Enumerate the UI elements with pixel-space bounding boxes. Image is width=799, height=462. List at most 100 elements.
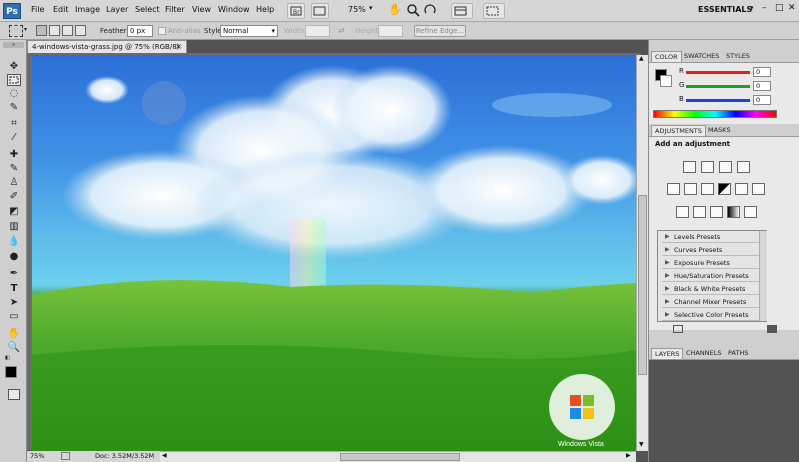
levels-icon[interactable] — [701, 161, 714, 173]
list-item[interactable]: Channel Mixer Presets — [662, 296, 762, 308]
path-selection-tool-icon[interactable]: ➤ — [7, 297, 21, 309]
anti-alias-checkbox[interactable] — [158, 27, 166, 35]
maximize-button[interactable]: □ — [775, 3, 784, 13]
blue-slider[interactable] — [686, 99, 750, 102]
color-spectrum-bar[interactable] — [653, 110, 777, 118]
exposure-icon[interactable] — [737, 161, 750, 173]
tab-styles[interactable]: STYLES — [723, 51, 753, 62]
launch-bridge-button[interactable]: Br — [287, 3, 305, 19]
view-extras-button[interactable] — [311, 3, 329, 19]
clone-stamp-tool-icon[interactable]: ♙ — [7, 177, 21, 189]
horizontal-scroll-thumb[interactable] — [340, 453, 460, 461]
marquee-tool-icon[interactable] — [7, 74, 21, 86]
tab-swatches[interactable]: SWATCHES — [681, 51, 722, 62]
blue-value-input[interactable]: 0 — [753, 95, 771, 105]
presets-scrollbar[interactable] — [759, 231, 767, 321]
menu-select[interactable]: Select — [135, 5, 160, 14]
menu-layer[interactable]: Layer — [106, 5, 128, 14]
scroll-right-icon[interactable]: ▶ — [626, 452, 631, 459]
vertical-scrollbar[interactable]: ▲ ▼ — [636, 55, 648, 451]
delete-adjustment-icon[interactable] — [767, 325, 777, 333]
hand-tool-icon[interactable]: ✋ — [388, 3, 402, 17]
swap-icon[interactable]: ⇄ — [338, 26, 345, 35]
healing-brush-tool-icon[interactable]: ✚ — [7, 149, 21, 161]
scroll-down-icon[interactable]: ▼ — [639, 441, 644, 448]
width-input[interactable] — [305, 25, 330, 37]
menu-filter[interactable]: Filter — [165, 5, 185, 14]
quick-selection-tool-icon[interactable]: ✎ — [7, 102, 21, 114]
arrange-documents-button[interactable] — [451, 3, 473, 19]
list-item[interactable]: Selective Color Presets — [662, 309, 762, 321]
hand-tool-icon[interactable]: ✋ — [7, 328, 21, 340]
marquee-preset-icon[interactable] — [9, 25, 23, 37]
menu-window[interactable]: Window — [218, 5, 250, 14]
blur-tool-icon[interactable]: 💧 — [7, 236, 21, 248]
tab-channels[interactable]: CHANNELS — [683, 348, 724, 359]
workspace-switcher[interactable]: ESSENTIALS — [698, 5, 752, 14]
selective-color-icon[interactable] — [744, 206, 757, 218]
tab-paths[interactable]: PATHS — [725, 348, 751, 359]
brightness-contrast-icon[interactable] — [683, 161, 696, 173]
eraser-tool-icon[interactable]: ◩ — [7, 206, 21, 218]
list-item[interactable]: Black & White Presets — [662, 283, 762, 295]
color-balance-icon[interactable] — [701, 183, 714, 195]
menu-help[interactable]: Help — [256, 5, 274, 14]
close-window-button[interactable]: ✕ — [788, 3, 796, 13]
menu-view[interactable]: View — [192, 5, 211, 14]
black-white-icon[interactable] — [718, 183, 731, 195]
lasso-tool-icon[interactable]: ◌ — [7, 88, 21, 100]
menu-edit[interactable]: Edit — [53, 5, 69, 14]
gradient-map-icon[interactable] — [727, 206, 740, 218]
rotate-view-icon[interactable] — [423, 3, 437, 17]
background-color-swatch[interactable] — [660, 75, 672, 87]
brush-tool-icon[interactable]: ✎ — [7, 163, 21, 175]
subtract-selection-icon[interactable] — [62, 25, 73, 36]
image-canvas[interactable]: Windows Vista — [32, 55, 636, 451]
add-to-selection-icon[interactable] — [49, 25, 60, 36]
dodge-tool-icon[interactable]: ● — [7, 251, 21, 263]
refine-edge-button[interactable]: Refine Edge... — [414, 25, 466, 37]
clip-layer-icon[interactable] — [673, 325, 683, 333]
curves-icon[interactable] — [719, 161, 732, 173]
threshold-icon[interactable] — [710, 206, 723, 218]
style-select[interactable]: Normal ▾ — [220, 25, 278, 37]
list-item[interactable]: Curves Presets — [662, 244, 762, 256]
status-icon[interactable] — [61, 452, 70, 460]
scroll-left-icon[interactable]: ◀ — [162, 452, 167, 459]
list-item[interactable]: Exposure Presets — [662, 257, 762, 269]
green-value-input[interactable]: 0 — [753, 81, 771, 91]
zoom-tool-icon[interactable] — [406, 3, 420, 17]
vibrance-icon[interactable] — [667, 183, 680, 195]
list-item[interactable]: Levels Presets — [662, 231, 762, 243]
tab-adjustments[interactable]: ADJUSTMENTS — [651, 125, 706, 136]
horizontal-scrollbar[interactable]: ◀ ▶ — [160, 451, 636, 462]
invert-icon[interactable] — [676, 206, 689, 218]
quick-mask-icon[interactable] — [8, 389, 20, 400]
foreground-color-swatch[interactable] — [5, 366, 17, 378]
gradient-tool-icon[interactable]: ▥ — [7, 221, 21, 233]
red-value-input[interactable]: 0 — [753, 67, 771, 77]
list-item[interactable]: Hue/Saturation Presets — [662, 270, 762, 282]
hue-saturation-icon[interactable] — [684, 183, 697, 195]
posterize-icon[interactable] — [693, 206, 706, 218]
zoom-level-dropdown[interactable]: 75% — [348, 5, 366, 14]
rectangle-tool-icon[interactable]: ▭ — [7, 311, 21, 323]
minimize-button[interactable]: – — [762, 3, 767, 13]
move-tool-icon[interactable]: ✥ — [7, 61, 21, 73]
type-tool-icon[interactable]: T — [7, 283, 21, 295]
scroll-up-icon[interactable]: ▲ — [639, 55, 644, 62]
history-brush-tool-icon[interactable]: ✐ — [7, 191, 21, 203]
vertical-scroll-thumb[interactable] — [638, 195, 647, 375]
crop-tool-icon[interactable]: ⌗ — [7, 118, 21, 130]
channel-mixer-icon[interactable] — [752, 183, 765, 195]
pen-tool-icon[interactable]: ✒ — [7, 268, 21, 280]
tab-color[interactable]: COLOR — [651, 51, 682, 62]
eyedropper-tool-icon[interactable]: ⁄ — [7, 132, 21, 144]
screen-mode-button[interactable] — [483, 3, 505, 19]
tab-layers[interactable]: LAYERS — [651, 348, 684, 359]
photo-filter-icon[interactable] — [735, 183, 748, 195]
menu-image[interactable]: Image — [75, 5, 100, 14]
green-slider[interactable] — [686, 85, 750, 88]
zoom-tool-icon[interactable]: 🔍 — [7, 342, 21, 354]
photoshop-logo[interactable]: Ps — [3, 3, 21, 19]
